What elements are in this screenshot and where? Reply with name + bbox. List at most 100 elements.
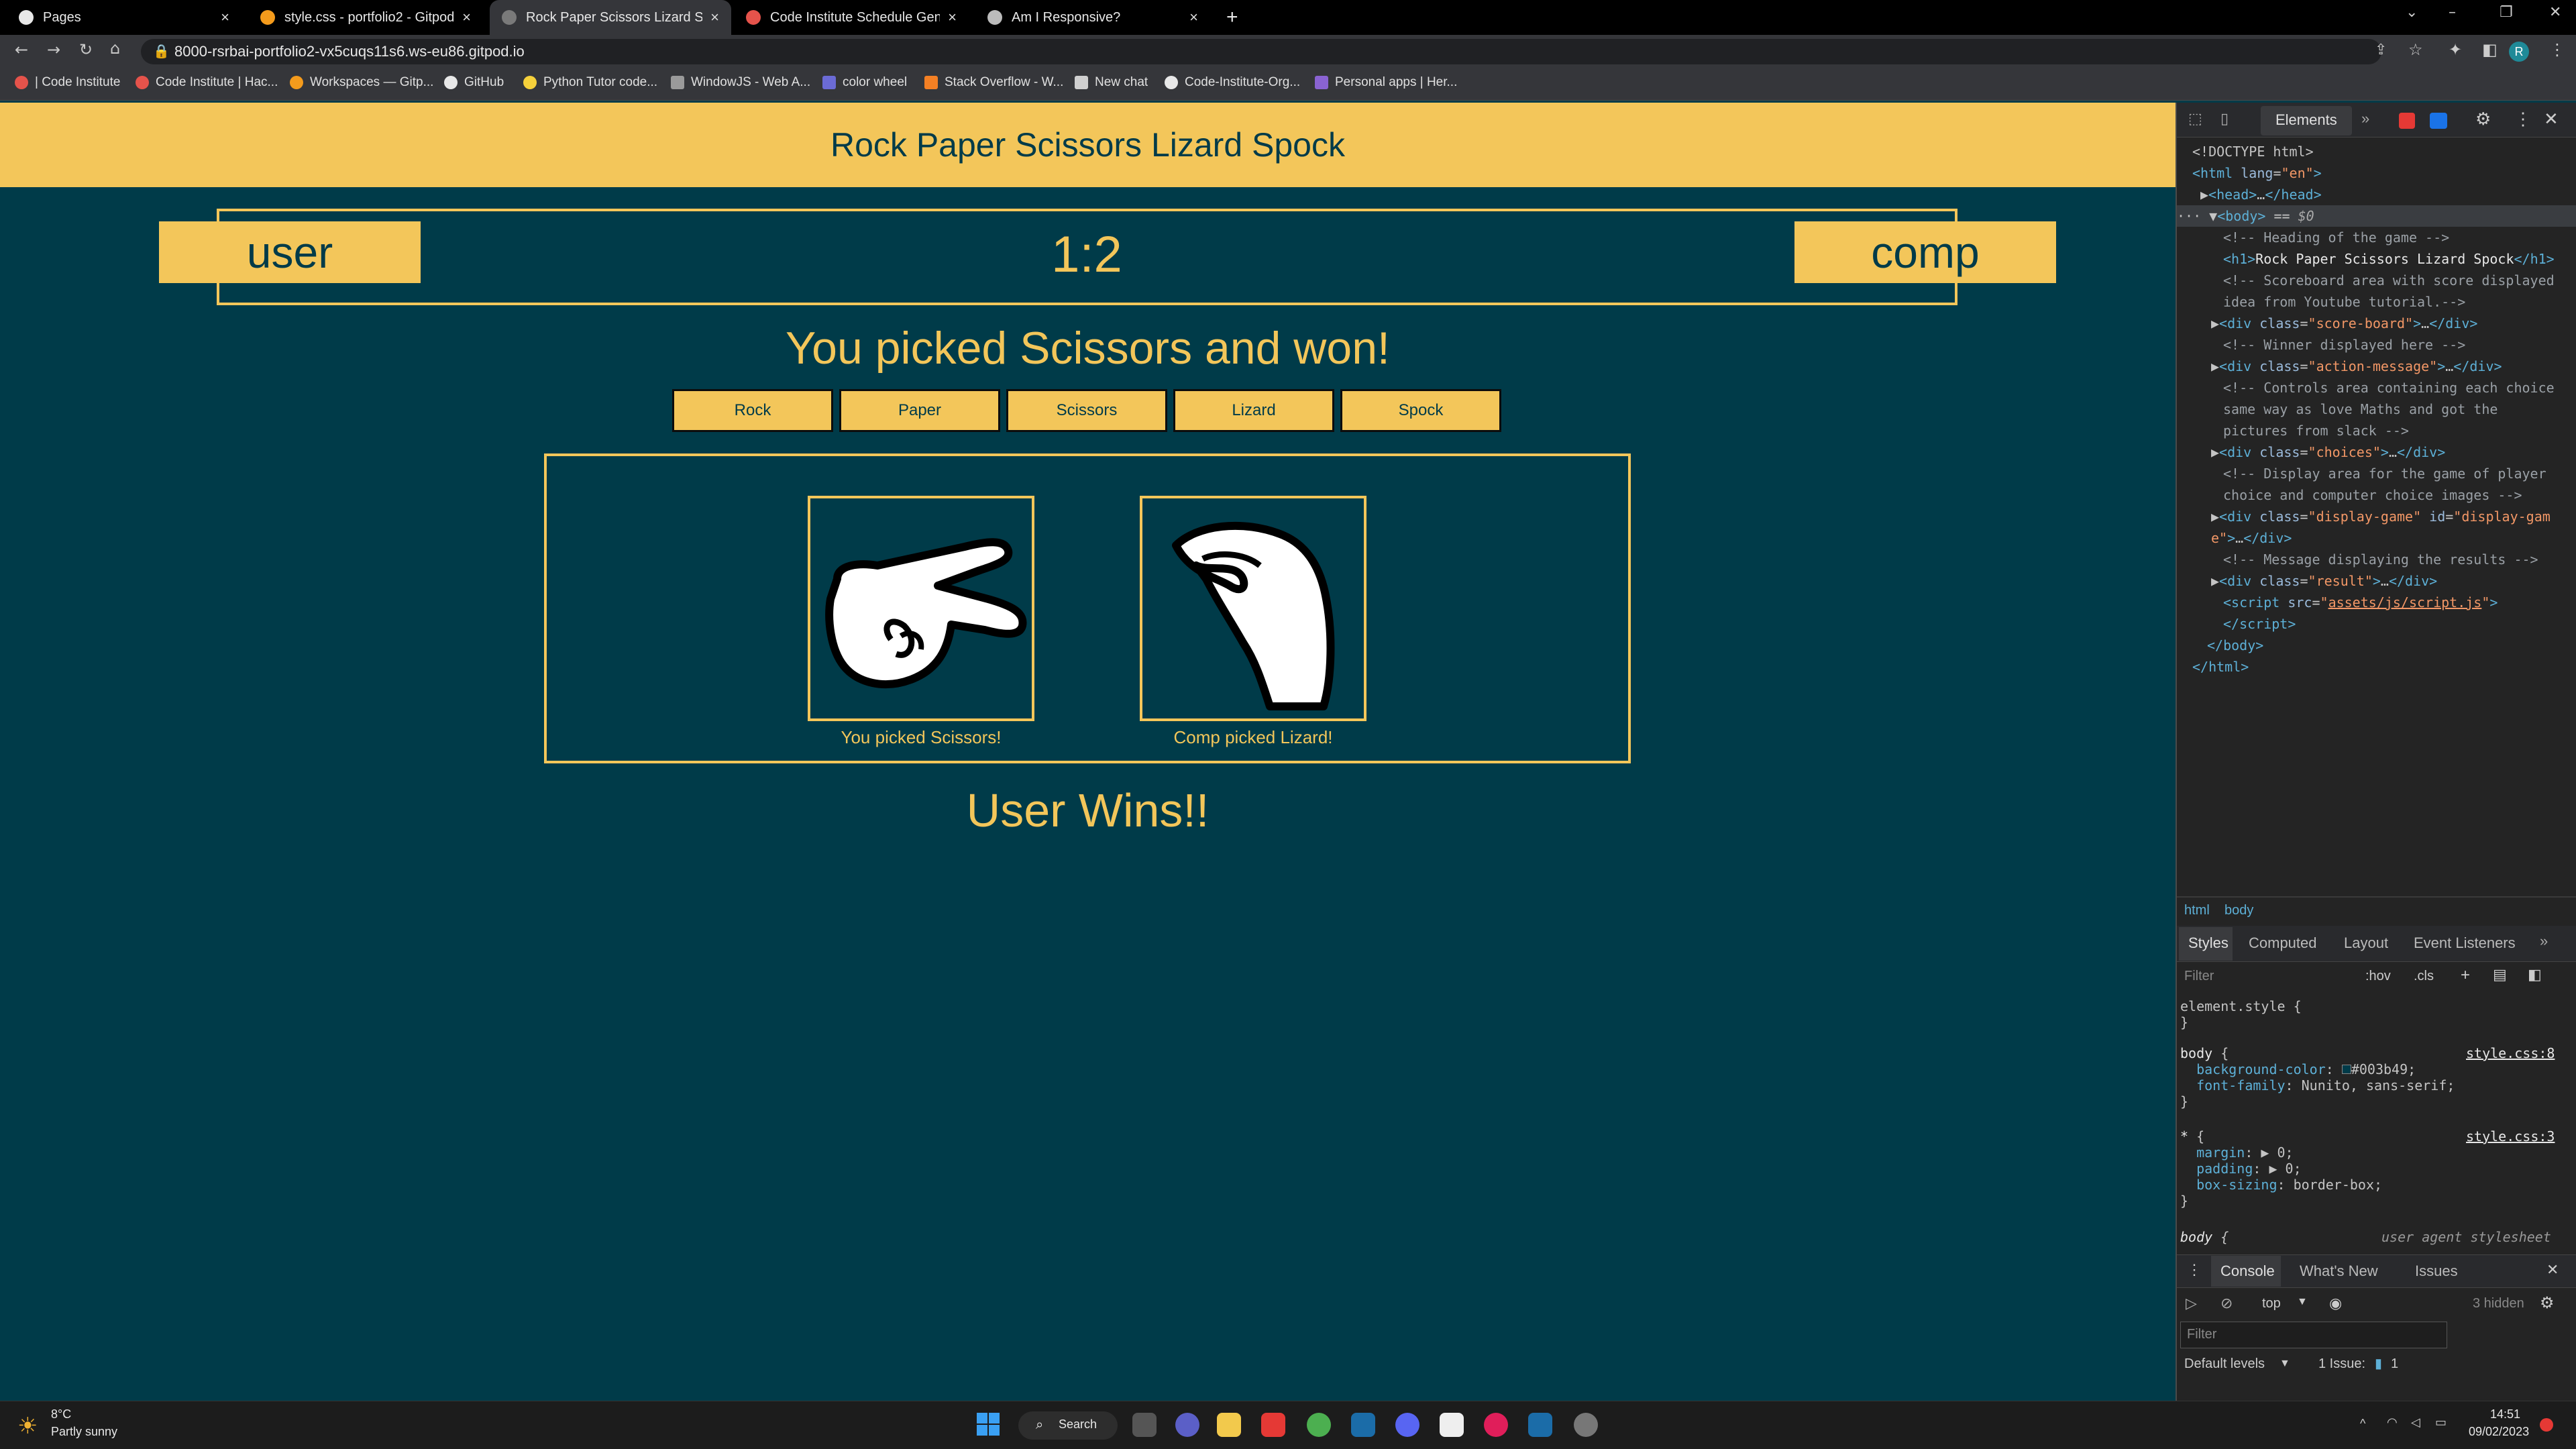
tab-styles[interactable]: Styles — [2188, 934, 2229, 952]
dom-line-selected[interactable]: ··· ▼<body> == $0 — [2177, 205, 2576, 227]
cls-toggle[interactable]: .cls — [2414, 969, 2434, 984]
bookmark-python-tutor[interactable]: Python Tutor code... — [523, 75, 657, 90]
close-icon[interactable]: × — [1189, 9, 1198, 26]
breadcrumb-html[interactable]: html — [2184, 903, 2210, 918]
close-icon[interactable]: × — [710, 9, 719, 26]
bookmark-personal-apps[interactable]: Personal apps | Her... — [1315, 75, 1457, 90]
dom-line[interactable]: ▶<head>…</head> — [2200, 184, 2322, 205]
close-icon[interactable]: × — [948, 9, 957, 26]
bookmark-windowjs[interactable]: WindowJS - Web A... — [671, 75, 810, 90]
dom-line[interactable]: <!-- Heading of the game --> — [2223, 227, 2449, 248]
new-tab-button[interactable]: + — [1214, 0, 1254, 35]
device-toggle-icon[interactable]: ▯ — [2220, 110, 2229, 127]
lizard-button[interactable]: Lizard — [1173, 389, 1334, 432]
eye-icon[interactable]: ◉ — [2329, 1295, 2342, 1312]
tab-elements[interactable]: Elements — [2275, 111, 2337, 129]
dom-line[interactable]: <!DOCTYPE html> — [2192, 141, 2314, 162]
reload-icon[interactable]: ↻ — [79, 40, 93, 59]
source-link[interactable]: style.css:3 — [2466, 1128, 2555, 1144]
sidebar-icon[interactable]: ▷ — [2186, 1295, 2197, 1312]
settings-app-icon[interactable] — [1574, 1413, 1598, 1437]
battery-icon[interactable]: ▭ — [2435, 1415, 2447, 1430]
back-icon[interactable]: ← — [15, 40, 28, 59]
lock-icon[interactable]: 🔒 — [153, 43, 170, 59]
bookmark-workspaces[interactable]: Workspaces — Gitp... — [290, 75, 433, 90]
dom-line[interactable]: <!-- Display area for the game of player… — [2223, 463, 2546, 506]
css-rule[interactable]: * { margin: ▶ 0; padding: ▶ 0; box-sizin… — [2180, 1128, 2382, 1209]
source-link[interactable]: style.css:8 — [2466, 1045, 2555, 1061]
context-selector[interactable]: top — [2262, 1296, 2281, 1311]
steam-icon[interactable] — [1528, 1413, 1552, 1437]
bookmark-code-institute-hac[interactable]: Code Institute | Hac... — [136, 75, 278, 90]
console-settings-icon[interactable]: ⚙ — [2540, 1293, 2555, 1313]
tab-layout[interactable]: Layout — [2344, 934, 2388, 952]
tab-pages[interactable]: Pages × — [7, 0, 241, 35]
dom-line[interactable]: <script src="assets/js/script.js"> — [2223, 592, 2498, 613]
paper-button[interactable]: Paper — [839, 389, 1000, 432]
more-tabs-icon[interactable]: » — [2540, 932, 2548, 950]
kebab-menu-icon[interactable]: ⋮ — [2514, 109, 2532, 129]
extensions-icon[interactable]: ✦ — [2449, 40, 2462, 59]
sidebar-toggle-icon[interactable]: ◧ — [2528, 966, 2542, 983]
share-icon[interactable]: ⇪ — [2375, 42, 2387, 58]
css-rule[interactable]: element.style { } — [2180, 998, 2302, 1030]
bookmark-color-wheel[interactable]: color wheel — [822, 75, 907, 90]
css-rule[interactable]: body { background-color: #003b49; font-f… — [2180, 1045, 2455, 1110]
tab-whats-new[interactable]: What's New — [2300, 1263, 2378, 1280]
chevron-up-icon[interactable]: ^ — [2360, 1417, 2365, 1431]
profile-avatar[interactable]: R — [2509, 42, 2529, 62]
tab-computed[interactable]: Computed — [2249, 934, 2317, 952]
dom-line[interactable]: ▶<div class="action-message">…</div> — [2211, 356, 2502, 377]
tab-search-icon[interactable]: ⌄ — [2406, 4, 2418, 21]
close-window-icon[interactable]: ✕ — [2549, 4, 2561, 21]
dom-line[interactable]: </html> — [2192, 656, 2249, 678]
tab-event-listeners[interactable]: Event Listeners — [2414, 934, 2516, 952]
start-icon[interactable] — [977, 1413, 1001, 1437]
bookmark-code-institute[interactable]: | Code Institute — [15, 75, 120, 90]
tab-schedule[interactable]: Code Institute Schedule Generat × — [734, 0, 969, 35]
minimize-icon[interactable]: – — [2449, 4, 2456, 21]
slack-icon[interactable] — [1484, 1413, 1508, 1437]
error-badge-icon[interactable] — [2399, 113, 2415, 129]
dom-line[interactable]: <!-- Controls area containing each choic… — [2223, 377, 2555, 441]
bookmark-stack-overflow[interactable]: Stack Overflow - W... — [924, 75, 1063, 90]
home-icon[interactable]: ⌂ — [110, 39, 120, 58]
close-drawer-icon[interactable]: ✕ — [2546, 1261, 2559, 1279]
dom-line[interactable]: ▶<div class="score-board">…</div> — [2211, 313, 2477, 334]
bookmark-new-chat[interactable]: New chat — [1075, 75, 1148, 90]
rock-button[interactable]: Rock — [672, 389, 833, 432]
discord-icon[interactable] — [1395, 1413, 1419, 1437]
css-rule[interactable]: body { — [2180, 1229, 2229, 1245]
app-icon[interactable] — [1440, 1413, 1464, 1437]
drawer-menu-icon[interactable]: ⋮ — [2187, 1261, 2202, 1279]
add-rule-icon[interactable]: + — [2461, 966, 2470, 985]
weather-desc[interactable]: Partly sunny — [51, 1425, 117, 1439]
chrome-icon[interactable] — [1307, 1413, 1331, 1437]
tab-console[interactable]: Console — [2220, 1263, 2275, 1280]
wifi-icon[interactable]: ◠ — [2387, 1415, 2398, 1430]
tab-issues[interactable]: Issues — [2415, 1263, 2458, 1280]
default-levels-dropdown[interactable]: Default levels — [2184, 1356, 2265, 1372]
weather-icon[interactable]: ☀ — [17, 1413, 38, 1440]
tab-am-i-responsive[interactable]: Am I Responsive? × — [975, 0, 1210, 35]
clock-time[interactable]: 14:51 — [2490, 1407, 2520, 1421]
dom-line[interactable]: <!-- Message displaying the results --> — [2223, 549, 2538, 570]
file-explorer-icon[interactable] — [1217, 1413, 1241, 1437]
dom-line[interactable]: </script> — [2223, 613, 2296, 635]
youtube-icon[interactable] — [1261, 1413, 1285, 1437]
steam-icon[interactable] — [1351, 1413, 1375, 1437]
clear-console-icon[interactable]: ⊘ — [2220, 1295, 2233, 1312]
dom-line[interactable]: ▶<div class="display-game" id="display-g… — [2211, 506, 2551, 549]
bookmark-github[interactable]: GitHub — [444, 75, 504, 90]
volume-icon[interactable]: ◁ — [2411, 1415, 2420, 1430]
close-devtools-icon[interactable]: ✕ — [2544, 109, 2559, 129]
dom-line[interactable]: <!-- Scoreboard area with score displaye… — [2223, 270, 2555, 313]
breadcrumb-body[interactable]: body — [2224, 903, 2253, 918]
dom-line[interactable]: <h1>Rock Paper Scissors Lizard Spock</h1… — [2223, 248, 2555, 270]
dom-line[interactable]: <html lang="en"> — [2192, 162, 2322, 184]
dom-line[interactable]: <!-- Winner displayed here --> — [2223, 334, 2465, 356]
tab-rpsls[interactable]: Rock Paper Scissors Lizard Spock × — [490, 0, 731, 35]
dom-line[interactable]: ▶<div class="result">…</div> — [2211, 570, 2437, 592]
styles-filter-input[interactable]: Filter — [2184, 969, 2214, 984]
dom-line[interactable]: </body> — [2207, 635, 2263, 656]
